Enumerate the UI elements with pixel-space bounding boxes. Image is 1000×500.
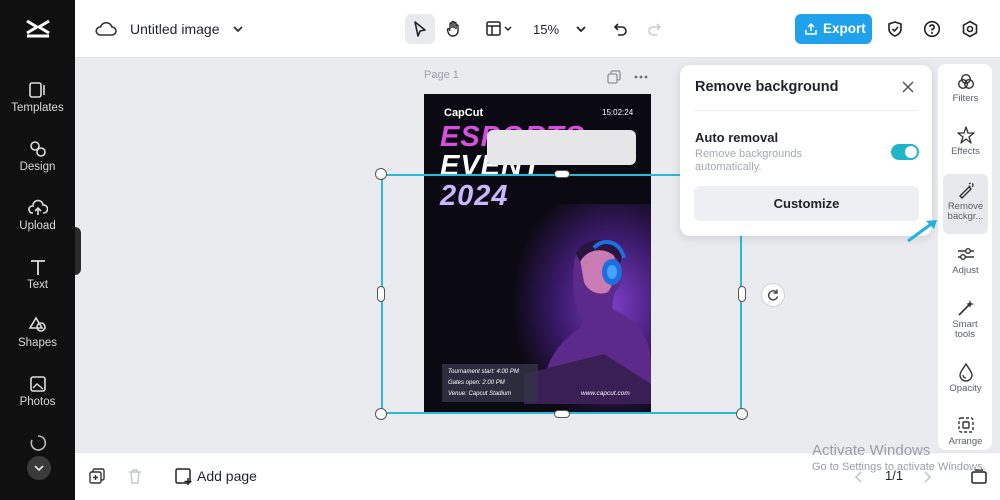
resize-handle-top[interactable] [554,170,570,178]
poster-overlay-box [487,130,636,165]
panel-item-opacity[interactable]: Opacity [943,362,988,420]
divider [694,110,918,111]
windows-watermark-subtitle: Go to Settings to activate Windows. [812,461,986,473]
panel-item-smart-tools[interactable]: Smart tools [943,298,988,346]
auto-removal-label: Auto removal [695,130,779,145]
text-icon [30,260,45,275]
audio-icon [30,435,46,451]
panel-item-remove-background[interactable]: Remove backgr... [943,174,988,234]
panel-item-label: Filters [952,93,979,104]
redo-icon[interactable] [647,21,663,37]
duplicate-page-icon[interactable] [607,70,621,84]
panel-item-arrange[interactable]: Arrange [943,415,988,449]
add-page-icon[interactable] [175,468,193,486]
auto-removal-description: Remove backgrounds automatically. [695,148,803,173]
panel-item-label: Effects [951,146,980,157]
resize-handle-bottom-left[interactable] [375,408,387,420]
panel-item-label: Smart tools [952,319,978,340]
rail-item-upload[interactable]: Upload [0,199,75,249]
design-icon [29,141,46,157]
layout-tool-button[interactable] [479,14,519,44]
help-icon[interactable] [923,20,941,38]
rail-item-photos[interactable]: Photos [0,375,75,425]
effects-icon [956,126,975,144]
rotate-icon [767,289,779,301]
photos-icon [29,376,46,392]
panel-item-label: Remove backgr... [947,201,984,222]
layout-icon [486,21,512,36]
gear-icon[interactable] [961,20,979,38]
pointer-arrow-icon [907,220,937,243]
rail-item-templates[interactable]: Templates [0,81,75,131]
upload-icon [27,199,48,215]
poster-time: 15:02:24 [602,108,634,117]
hand-icon [446,20,459,37]
resize-handle-right[interactable] [738,286,746,302]
remove-background-popover: Remove background Auto removal Remove ba… [680,65,932,236]
cursor-icon [414,21,426,37]
rail-item-text[interactable]: Text [0,258,75,308]
adjust-icon [957,247,974,260]
left-rail: Templates Design Upload Text Shapes Phot… [0,0,75,500]
more-options-icon[interactable] [633,70,649,84]
shapes-icon [28,316,46,332]
remove-background-icon [958,182,974,199]
capcut-logo[interactable] [24,17,52,41]
rail-item-label: Photos [19,396,56,408]
export-button[interactable]: Export [795,14,872,44]
auto-removal-toggle[interactable] [891,144,919,160]
rail-item-label: Design [19,161,56,173]
cloud-icon[interactable] [95,20,117,38]
popover-title: Remove background [695,79,839,95]
templates-icon [28,82,45,98]
poster-brand: CapCut [444,107,484,119]
bottom-bar: Add page 1/1 [75,452,1000,500]
resize-handle-top-left[interactable] [375,168,387,180]
panel-item-label: Adjust [952,265,979,276]
toggle-knob [905,146,917,158]
page-label: Page 1 [424,69,459,81]
panel-item-adjust[interactable]: Adjust [943,244,988,302]
rail-item-more[interactable] [0,433,75,453]
rail-item-label: Templates [11,102,64,114]
panel-item-filters[interactable]: Filters [943,72,988,130]
rail-item-label: Text [26,279,49,291]
undo-icon[interactable] [612,21,628,37]
add-frame-icon[interactable] [89,468,105,484]
close-icon[interactable] [900,79,916,95]
chevron-down-icon[interactable] [575,23,587,35]
export-label: Export [823,21,866,36]
filters-icon [957,73,974,90]
shield-icon[interactable] [886,20,904,38]
rail-item-shapes[interactable]: Shapes [0,316,75,366]
select-tool-button[interactable] [405,14,435,44]
panel-item-label: Opacity [949,383,982,394]
opacity-icon [958,362,973,382]
resize-handle-bottom-right[interactable] [736,408,748,420]
panel-item-label: Arrange [948,436,983,447]
document-title[interactable]: Untitled image [130,21,220,37]
rail-collapse-handle[interactable] [75,227,81,275]
add-page-button[interactable]: Add page [197,468,257,484]
chevron-down-icon [34,465,44,472]
customize-button[interactable]: Customize [694,186,919,221]
export-icon [805,22,817,35]
windows-watermark-title: Activate Windows [812,442,931,459]
arrange-icon [957,417,974,433]
rail-expand-button[interactable] [27,456,51,480]
rail-item-label: Upload [19,220,56,232]
rail-item-label: Shapes [17,337,57,349]
rotate-handle[interactable] [761,283,785,307]
chevron-down-icon[interactable] [232,23,244,35]
top-bar: Untitled image 15% Export [75,0,1000,58]
resize-handle-bottom[interactable] [554,410,570,418]
resize-handle-left[interactable] [377,286,385,302]
right-tool-panel: Filters Effects Remove backgr... Adjust … [938,64,992,450]
hand-tool-button[interactable] [439,14,469,44]
smart-tools-icon [957,300,974,316]
rail-item-design[interactable]: Design [0,140,75,190]
zoom-level[interactable]: 15% [533,22,559,37]
trash-icon[interactable] [127,468,143,484]
